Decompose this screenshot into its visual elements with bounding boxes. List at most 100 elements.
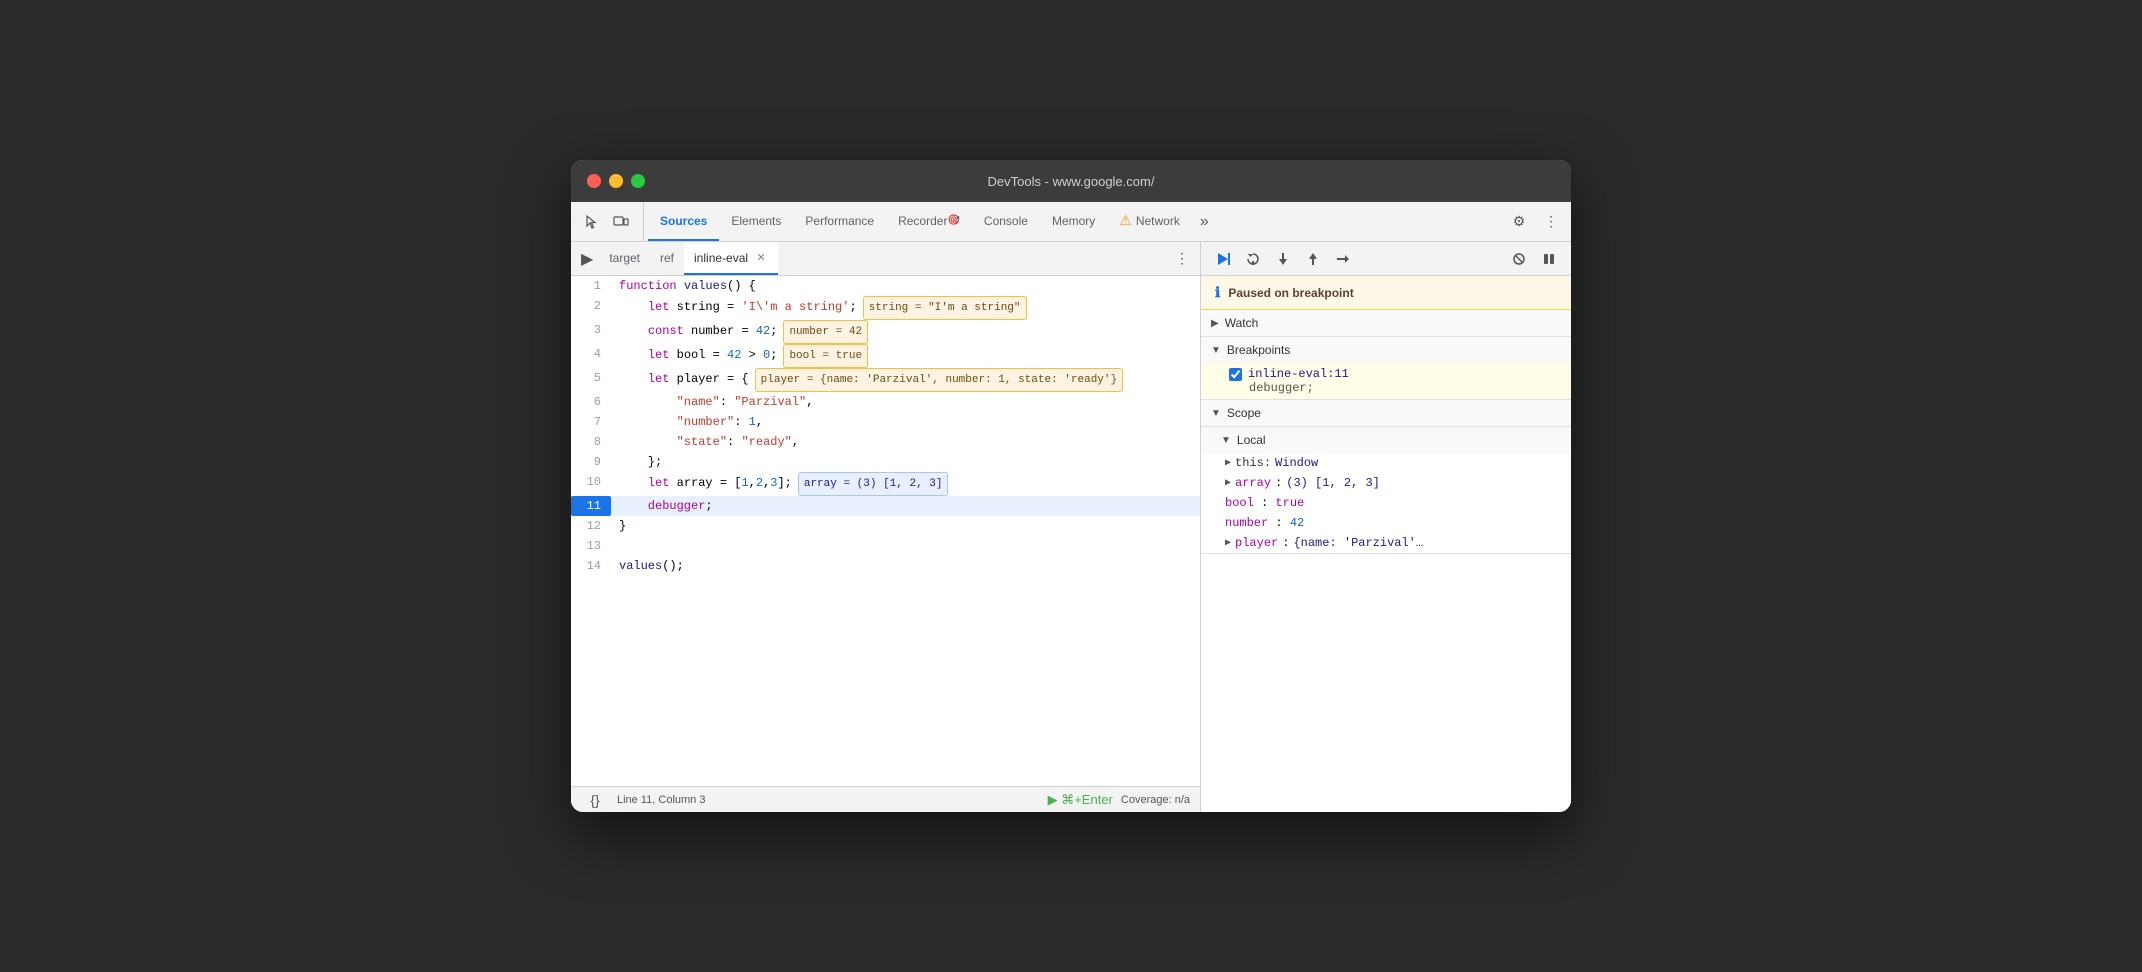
scope-item-player[interactable]: ▶ player : {name: 'Parzival'… (1201, 533, 1571, 553)
scope-player-value: {name: 'Parzival'… (1293, 536, 1423, 550)
watch-expand-icon: ▶ (1211, 318, 1219, 329)
step-over-icon (1245, 251, 1261, 267)
right-panel: ℹ Paused on breakpoint ▶ Watch ▼ Breakpo… (1201, 242, 1571, 812)
breakpoint-checkbox-row: inline-eval:11 (1229, 367, 1561, 381)
file-tab-expand-icon[interactable]: ▶ (575, 242, 599, 275)
format-code-button[interactable]: {} (581, 786, 609, 813)
tab-recorder[interactable]: Recorder 🎯 (886, 202, 972, 241)
tab-elements[interactable]: Elements (719, 202, 793, 241)
network-warning-icon: ⚠ (1119, 212, 1132, 229)
scope-item-number: number : 42 (1201, 513, 1571, 533)
source-more-button[interactable]: ⋮ (1168, 245, 1196, 273)
scope-bool-label: bool (1225, 496, 1254, 510)
breakpoints-expand-icon: ▼ (1211, 345, 1221, 356)
minimize-button[interactable] (609, 174, 623, 188)
file-tab-ref[interactable]: ref (650, 242, 684, 275)
table-row-active: 11 debugger; (571, 496, 1200, 516)
line-content (611, 536, 1200, 556)
pause-on-exceptions-icon (1541, 251, 1557, 267)
line-number: 14 (571, 556, 611, 576)
line-content-active: debugger; (611, 496, 1200, 516)
scope-section-label: Scope (1227, 406, 1261, 420)
local-expand-icon: ▼ (1221, 435, 1231, 446)
step-button[interactable] (1329, 245, 1357, 273)
line-number: 8 (571, 432, 611, 452)
line-content: let bool = 42 > 0;bool = true (611, 344, 1200, 368)
scope-player-expand-icon: ▶ (1225, 537, 1231, 549)
maximize-button[interactable] (631, 174, 645, 188)
scope-array-value: (3) [1, 2, 3] (1286, 476, 1380, 490)
device-toggle-button[interactable] (607, 208, 635, 236)
step-over-button[interactable] (1239, 245, 1267, 273)
eval-bubble: bool = true (783, 344, 868, 368)
line-content: function values() { (611, 276, 1200, 296)
eval-bubble: string = "I'm a string" (863, 296, 1027, 320)
tab-console[interactable]: Console (972, 202, 1040, 241)
line-content: values(); (611, 556, 1200, 576)
file-tabs-bar: ▶ target ref inline-eval ✕ ⋮ (571, 242, 1200, 276)
scope-array-label: array (1235, 476, 1271, 490)
table-row: 4 let bool = 42 > 0;bool = true (571, 344, 1200, 368)
tab-memory[interactable]: Memory (1040, 202, 1107, 241)
watch-section-header[interactable]: ▶ Watch (1201, 310, 1571, 336)
tab-network[interactable]: ⚠ Network (1107, 202, 1192, 241)
cursor-position: Line 11, Column 3 (617, 794, 705, 806)
close-button[interactable] (587, 174, 601, 188)
tab-console-label: Console (984, 214, 1028, 228)
inspect-element-button[interactable] (577, 208, 605, 236)
tab-recorder-label: Recorder (898, 214, 947, 228)
file-tab-close-button[interactable]: ✕ (754, 251, 768, 265)
pause-on-exceptions-button[interactable] (1535, 245, 1563, 273)
tab-elements-label: Elements (731, 214, 781, 228)
step-out-button[interactable] (1299, 245, 1327, 273)
step-into-button[interactable] (1269, 245, 1297, 273)
step-icon (1335, 251, 1351, 267)
line-number: 4 (571, 344, 611, 368)
scope-number-label: number (1225, 516, 1268, 530)
eval-bubble: player = {name: 'Parzival', number: 1, s… (755, 368, 1123, 392)
table-row: 7 "number": 1, (571, 412, 1200, 432)
breakpoints-section-header[interactable]: ▼ Breakpoints (1201, 337, 1571, 363)
coverage-status: Coverage: n/a (1121, 794, 1190, 806)
watch-section-label: Watch (1225, 316, 1259, 330)
file-tabs-right: ⋮ (1168, 242, 1196, 275)
scope-bool-value: true (1275, 496, 1304, 510)
scope-player-label: player (1235, 536, 1278, 550)
tabs-overflow-button[interactable]: » (1192, 202, 1217, 241)
line-number: 1 (571, 276, 611, 296)
line-content: let array = [1,2,3];array = (3) [1, 2, 3… (611, 472, 1200, 496)
scope-item-array[interactable]: ▶ array : (3) [1, 2, 3] (1201, 473, 1571, 493)
tab-performance[interactable]: Performance (793, 202, 886, 241)
eval-bubble-blue: array = (3) [1, 2, 3] (798, 472, 949, 496)
titlebar: DevTools - www.google.com/ (571, 160, 1571, 202)
file-tab-inline-eval[interactable]: inline-eval ✕ (684, 242, 778, 275)
breakpoint-checkbox[interactable] (1229, 368, 1242, 381)
table-row: 2 let string = 'I\'m a string';string = … (571, 296, 1200, 320)
resume-button[interactable] (1209, 245, 1237, 273)
recorder-dot-icon: 🎯 (947, 215, 959, 226)
local-section-header[interactable]: ▼ Local (1201, 427, 1571, 453)
file-tab-target[interactable]: target (599, 242, 650, 275)
resume-icon (1215, 251, 1231, 267)
scope-item-this[interactable]: ▶ this: Window (1201, 453, 1571, 473)
more-options-button[interactable]: ⋮ (1537, 208, 1565, 236)
table-row: 10 let array = [1,2,3];array = (3) [1, 2… (571, 472, 1200, 496)
table-row: 6 "name": "Parzival", (571, 392, 1200, 412)
main-area: ▶ target ref inline-eval ✕ ⋮ (571, 242, 1571, 812)
debugger-toolbar (1201, 242, 1571, 276)
line-number: 12 (571, 516, 611, 536)
scope-array-expand-icon: ▶ (1225, 477, 1231, 489)
file-tab-ref-label: ref (660, 251, 674, 265)
tab-sources[interactable]: Sources (648, 202, 719, 241)
deactivate-icon (1511, 251, 1527, 267)
scope-section-header[interactable]: ▼ Scope (1201, 400, 1571, 426)
scope-this-value: Window (1275, 456, 1318, 470)
settings-button[interactable]: ⚙ (1505, 208, 1533, 236)
file-tab-inline-eval-label: inline-eval (694, 251, 748, 265)
run-snippet-button[interactable]: ▶ ⌘+Enter (1048, 792, 1113, 808)
table-row: 13 (571, 536, 1200, 556)
deactivate-breakpoints-button[interactable] (1505, 245, 1533, 273)
breakpoints-section: ▼ Breakpoints inline-eval:11 debugger; (1201, 337, 1571, 400)
code-editor[interactable]: 1 function values() { 2 let string = 'I\… (571, 276, 1200, 786)
local-section-label: Local (1237, 433, 1266, 447)
